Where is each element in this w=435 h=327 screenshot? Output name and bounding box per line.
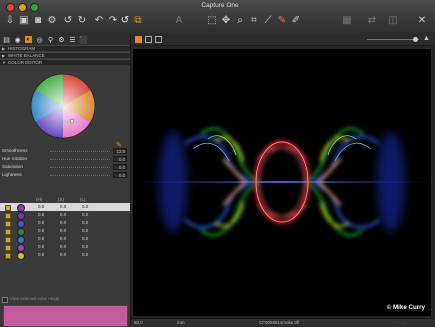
pan-icon[interactable]: ✥	[219, 14, 233, 28]
compare-icon[interactable]: ⇄	[365, 14, 379, 28]
straighten-icon[interactable]: ⟋	[261, 14, 275, 28]
rotate-left-icon[interactable]: ↺	[61, 14, 75, 28]
camera-icon[interactable]: ◙	[31, 14, 45, 28]
copy-adjustments-icon[interactable]: ⧉	[131, 14, 145, 28]
smoke-photo: © Mike Curry	[133, 49, 431, 316]
slider-track[interactable]	[50, 151, 110, 153]
multi-view-icon[interactable]	[145, 36, 152, 43]
annotate-icon[interactable]: ✐	[289, 14, 303, 28]
zoom-in-icon[interactable]: ▲	[423, 35, 430, 42]
capture-icon[interactable]: ▣	[17, 14, 31, 28]
color-row[interactable]: 0.0 0.0 0.0	[0, 227, 130, 236]
compare-view-icon[interactable]	[155, 36, 162, 43]
file-name: CF006651smoke.tiff	[259, 320, 300, 325]
slider-track[interactable]	[50, 167, 110, 169]
hue-rotation-value[interactable]: 0.0	[113, 156, 127, 162]
color-row[interactable]: 0.0 0.0 0.0	[0, 243, 130, 252]
hue-rotation-slider[interactable]: Hue rotation 0.0	[2, 155, 128, 163]
tab-color-icon[interactable]: ◐	[25, 36, 32, 43]
close-window-button[interactable]	[6, 3, 15, 12]
tab-details-icon[interactable]: ⚙	[58, 36, 65, 44]
undo-icon[interactable]: ↶	[92, 14, 106, 28]
color-row-selected[interactable]: 0.0 0.0 0.0	[0, 203, 130, 212]
smoothness-value[interactable]: 12.0	[113, 148, 127, 154]
zoom-level[interactable]: 50.0	[134, 320, 143, 325]
tools-icon[interactable]: ✕	[415, 14, 429, 28]
select-tool-icon[interactable]: ⬚	[205, 14, 219, 28]
selected-color-preview	[3, 305, 128, 327]
color-wheel[interactable]	[30, 73, 96, 139]
reset-icon[interactable]: ↺	[118, 14, 132, 28]
lightness-value[interactable]: 0.0	[113, 172, 127, 178]
grid-view-icon[interactable]: ▦	[340, 14, 354, 28]
rating-stars[interactable]: · · · · ·	[393, 320, 406, 325]
zoom-icon[interactable]: ⌕	[233, 14, 247, 28]
tab-capture-icon[interactable]: ◉	[14, 36, 21, 44]
process-icon[interactable]: ⚙	[45, 14, 59, 28]
unit-label: mm	[177, 320, 185, 325]
saturation-value[interactable]: 0.0	[113, 164, 127, 170]
zoom-window-button[interactable]	[30, 3, 39, 12]
single-view-icon[interactable]	[135, 36, 142, 43]
import-icon[interactable]: ⇩	[3, 14, 17, 28]
window-controls	[6, 3, 39, 12]
minimize-window-button[interactable]	[18, 3, 27, 12]
tab-lens-icon[interactable]: ⚲	[47, 36, 54, 44]
row-checkbox[interactable]	[5, 253, 11, 259]
section-color-editor[interactable]: ▼ COLOR EDITOR	[0, 59, 130, 65]
color-row[interactable]: 0.0 0.0 0.0	[0, 211, 130, 220]
tab-adjustments-icon[interactable]: ☰	[69, 36, 76, 44]
collapse-arrow-icon: ▼	[2, 60, 6, 65]
color-picker-icon[interactable]: ✎	[275, 14, 289, 28]
color-row[interactable]: 0.0 0.0 0.0	[0, 219, 130, 228]
slider-track[interactable]	[50, 159, 110, 161]
tab-metadata-icon[interactable]: ⬛	[79, 36, 88, 44]
section-histogram[interactable]: ▶ HISTOGRAM	[0, 45, 130, 51]
app-title: Capture One	[201, 2, 239, 9]
tool-tabs: ▤ ◉ ◐ ◎ ⚲ ⚙ ☰ ⬛	[0, 34, 130, 45]
photo-credit: © Mike Curry	[386, 304, 425, 311]
tab-exposure-icon[interactable]: ◎	[36, 36, 43, 44]
viewer-toolbar: ▲	[131, 34, 435, 46]
zoom-slider-handle[interactable]	[413, 37, 418, 42]
slider-track[interactable]	[50, 175, 110, 177]
tool-panel: ▤ ◉ ◐ ◎ ⚲ ⚙ ☰ ⬛ ▶ HISTOGRAM ▶ WHITE BALA…	[0, 34, 131, 327]
text-tool-icon[interactable]: A	[172, 14, 186, 28]
window-titlebar: Capture One ⇩ ▣ ◙ ⚙ ↺ ↻ ↶ ↷ ↺ ⧉ A ⬚ ✥ ⌕ …	[0, 0, 435, 35]
color-row[interactable]: 0.0 0.0 0.0	[0, 251, 130, 260]
view-selected-checkbox[interactable]	[2, 297, 8, 303]
loupe-icon[interactable]: ◫	[386, 14, 400, 28]
view-selected-range-option[interactable]: View selected color range	[2, 296, 128, 303]
color-swatch	[17, 252, 25, 260]
rotate-right-icon[interactable]: ↻	[75, 14, 89, 28]
saturation-slider[interactable]: Saturation 0.0	[2, 163, 128, 171]
smoothness-slider[interactable]: Smoothness 12.0	[2, 147, 128, 155]
tab-library-icon[interactable]: ▤	[3, 36, 10, 44]
section-white-balance[interactable]: ▶ WHITE BALANCE	[0, 52, 130, 58]
image-viewer: ▲ © Mike Curry 50.0 mm CF006651smoke.tif…	[131, 34, 435, 326]
zoom-slider[interactable]	[367, 39, 419, 40]
crop-icon[interactable]: ⌗	[247, 14, 261, 28]
lightness-slider[interactable]: Lightness 0.0	[2, 171, 128, 179]
color-row[interactable]: 0.0 0.0 0.0	[0, 235, 130, 244]
